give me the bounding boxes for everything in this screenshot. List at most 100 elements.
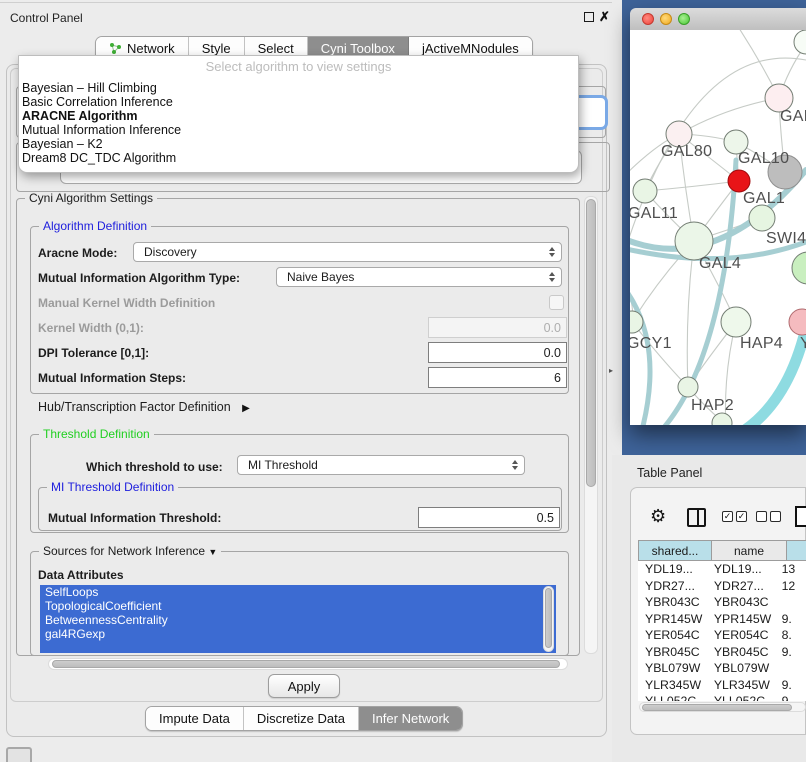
algorithm-dropdown-popup: Select algorithm to view settings Bayesi… — [18, 55, 579, 173]
table-row[interactable]: YDR27... YDR27... 12 — [638, 578, 806, 595]
deselect-all-checkbox-icon[interactable] — [756, 511, 767, 522]
dropdown-item-selected[interactable]: ARACNE Algorithm — [22, 110, 138, 123]
attribute-item-partial[interactable] — [40, 641, 556, 653]
algorithm-definition-title: Algorithm Definition — [39, 219, 151, 233]
mi-threshold-label: Mutual Information Threshold: — [48, 511, 221, 525]
sources-title: Sources for Network Inference ▼ — [39, 544, 221, 558]
node-label: GAL4 — [699, 255, 741, 273]
attribute-item[interactable]: BetweennessCentrality — [40, 613, 556, 627]
cyni-algorithm-settings-title: Cyni Algorithm Settings — [25, 191, 157, 205]
column-header-name[interactable]: name — [712, 540, 787, 561]
aracne-mode-combobox[interactable]: Discovery — [133, 242, 562, 262]
bottom-tabbar: Impute Data Discretize Data Infer Networ… — [145, 706, 463, 731]
minimize-window-button[interactable] — [660, 13, 672, 25]
manual-kernel-width-label: Manual Kernel Width Definition — [38, 296, 215, 310]
tab-discretize-data[interactable]: Discretize Data — [244, 707, 359, 730]
algorithm-dropdown-placeholder: Select algorithm to view settings — [19, 59, 578, 74]
top-divider — [0, 2, 612, 3]
attributes-vscrollbar-thumb[interactable] — [545, 588, 552, 648]
node-label: GCY1 — [630, 335, 672, 353]
table-hscrollbar-thumb[interactable] — [642, 704, 792, 711]
close-panel-icon[interactable]: ✗ — [599, 10, 610, 23]
network-canvas[interactable]: GAL GAL80 GAL10 GAL1 GAL11 SWI4 GAL4 GCY… — [630, 30, 806, 425]
combo-spinner-icon — [549, 272, 555, 282]
node-hap4[interactable] — [721, 307, 751, 337]
manual-kernel-width-checkbox[interactable] — [549, 295, 564, 310]
table-row[interactable]: YDL19... YDL19... 13 — [638, 561, 806, 578]
network-graph — [630, 30, 806, 425]
table-panel-title: Table Panel — [637, 466, 702, 480]
tab-infer-network[interactable]: Infer Network — [359, 707, 462, 730]
attribute-item[interactable]: TopologicalCoefficient — [40, 599, 556, 613]
data-attributes-label: Data Attributes — [38, 568, 124, 582]
combo-spinner-icon — [549, 247, 555, 257]
network-icon — [109, 42, 122, 55]
dropdown-item[interactable]: Bayesian – Hill Climbing — [22, 82, 157, 95]
node-label: GAL80 — [661, 143, 712, 161]
mi-algorithm-type-label: Mutual Information Algorithm Type: — [38, 271, 240, 285]
export-table-icon[interactable] — [795, 506, 806, 527]
node-y[interactable] — [789, 309, 806, 335]
column-header-shared-name[interactable]: shared... — [638, 540, 712, 561]
node-partial-right[interactable] — [792, 252, 806, 284]
which-threshold-label: Which threshold to use: — [86, 460, 223, 474]
column-layout-icon[interactable] — [687, 508, 706, 527]
table-row[interactable]: YLR345W YLR345W 9. — [638, 677, 806, 694]
node-gal1[interactable] — [728, 170, 750, 192]
dropdown-item[interactable]: Mutual Information Inference — [22, 124, 181, 137]
mi-threshold-definition-title: MI Threshold Definition — [47, 480, 178, 494]
float-panel-button[interactable] — [584, 12, 594, 22]
close-window-button[interactable] — [642, 13, 654, 25]
deselect-all-checkbox-icon[interactable] — [770, 511, 781, 522]
zoom-window-button[interactable] — [678, 13, 690, 25]
table-row[interactable]: YPR145W YPR145W 9. — [638, 611, 806, 628]
dropdown-item[interactable]: Dream8 DC_TDC Algorithm — [22, 152, 176, 165]
mi-algorithm-type-combobox[interactable]: Naive Bayes — [276, 267, 562, 287]
settings-vscrollbar[interactable] — [584, 196, 598, 654]
node-partial-top[interactable] — [794, 30, 806, 54]
node-label: GAL10 — [738, 150, 789, 168]
panel-resize-handle[interactable]: ▸ — [609, 366, 613, 375]
select-all-checkbox-icon[interactable]: ✓ — [722, 511, 733, 522]
hub-definition-expander[interactable]: Hub/Transcription Factor Definition ▶ — [38, 400, 250, 414]
select-all-checkbox-icon[interactable]: ✓ — [736, 511, 747, 522]
network-view-window: GAL GAL80 GAL10 GAL1 GAL11 SWI4 GAL4 GCY… — [630, 8, 806, 425]
combo-spinner-icon — [512, 460, 518, 470]
attribute-item[interactable]: gal4RGexp — [40, 627, 556, 641]
gear-icon[interactable]: ⚙ — [650, 507, 666, 525]
node-label: Y — [800, 335, 806, 353]
dropdown-item[interactable]: Bayesian – K2 — [22, 138, 103, 151]
node-swi4[interactable] — [749, 205, 775, 231]
threshold-definition-title: Threshold Definition — [39, 427, 154, 441]
column-header-partial[interactable] — [787, 540, 806, 561]
dropdown-item[interactable]: Basic Correlation Inference — [22, 96, 173, 109]
table-hscrollbar[interactable] — [639, 702, 806, 712]
table-row[interactable]: YBL079W YBL079W — [638, 660, 806, 677]
app-screen: Control Panel ✗ Network Style Select Cyn… — [0, 0, 806, 762]
table-row[interactable]: YBR043C YBR043C — [638, 594, 806, 611]
minimized-panel-icon[interactable] — [6, 747, 32, 762]
dpi-tolerance-field[interactable]: 0.0 — [428, 342, 567, 363]
table-row[interactable]: YLL052C YLL052C 9. — [638, 693, 806, 701]
settings-vscrollbar-thumb[interactable] — [586, 199, 596, 487]
expander-expanded-icon[interactable]: ▼ — [208, 547, 217, 557]
attribute-item[interactable]: SelfLoops — [40, 585, 556, 599]
apply-button[interactable]: Apply — [268, 674, 340, 698]
node-gal11[interactable] — [633, 179, 657, 203]
which-threshold-combobox[interactable]: MI Threshold — [237, 455, 525, 475]
node-label: SWI4 — [766, 230, 806, 248]
tab-impute-data[interactable]: Impute Data — [146, 707, 244, 730]
network-window-titlebar[interactable] — [630, 8, 806, 31]
node-label: GAL1 — [743, 190, 785, 208]
node-hap2[interactable] — [678, 377, 698, 397]
settings-hscrollbar[interactable] — [48, 658, 568, 670]
attributes-vscrollbar[interactable] — [543, 586, 554, 652]
table-row[interactable]: YER054C YER054C 8. — [638, 627, 806, 644]
mi-steps-field[interactable]: 6 — [428, 367, 567, 388]
kernel-width-field[interactable]: 0.0 — [428, 317, 567, 338]
dpi-tolerance-label: DPI Tolerance [0,1]: — [38, 346, 149, 360]
mi-threshold-field[interactable]: 0.5 — [418, 507, 560, 528]
table-row[interactable]: YBR045C YBR045C 9. — [638, 644, 806, 661]
settings-hscrollbar-thumb[interactable] — [52, 660, 560, 668]
node-label: GAL11 — [630, 205, 678, 223]
